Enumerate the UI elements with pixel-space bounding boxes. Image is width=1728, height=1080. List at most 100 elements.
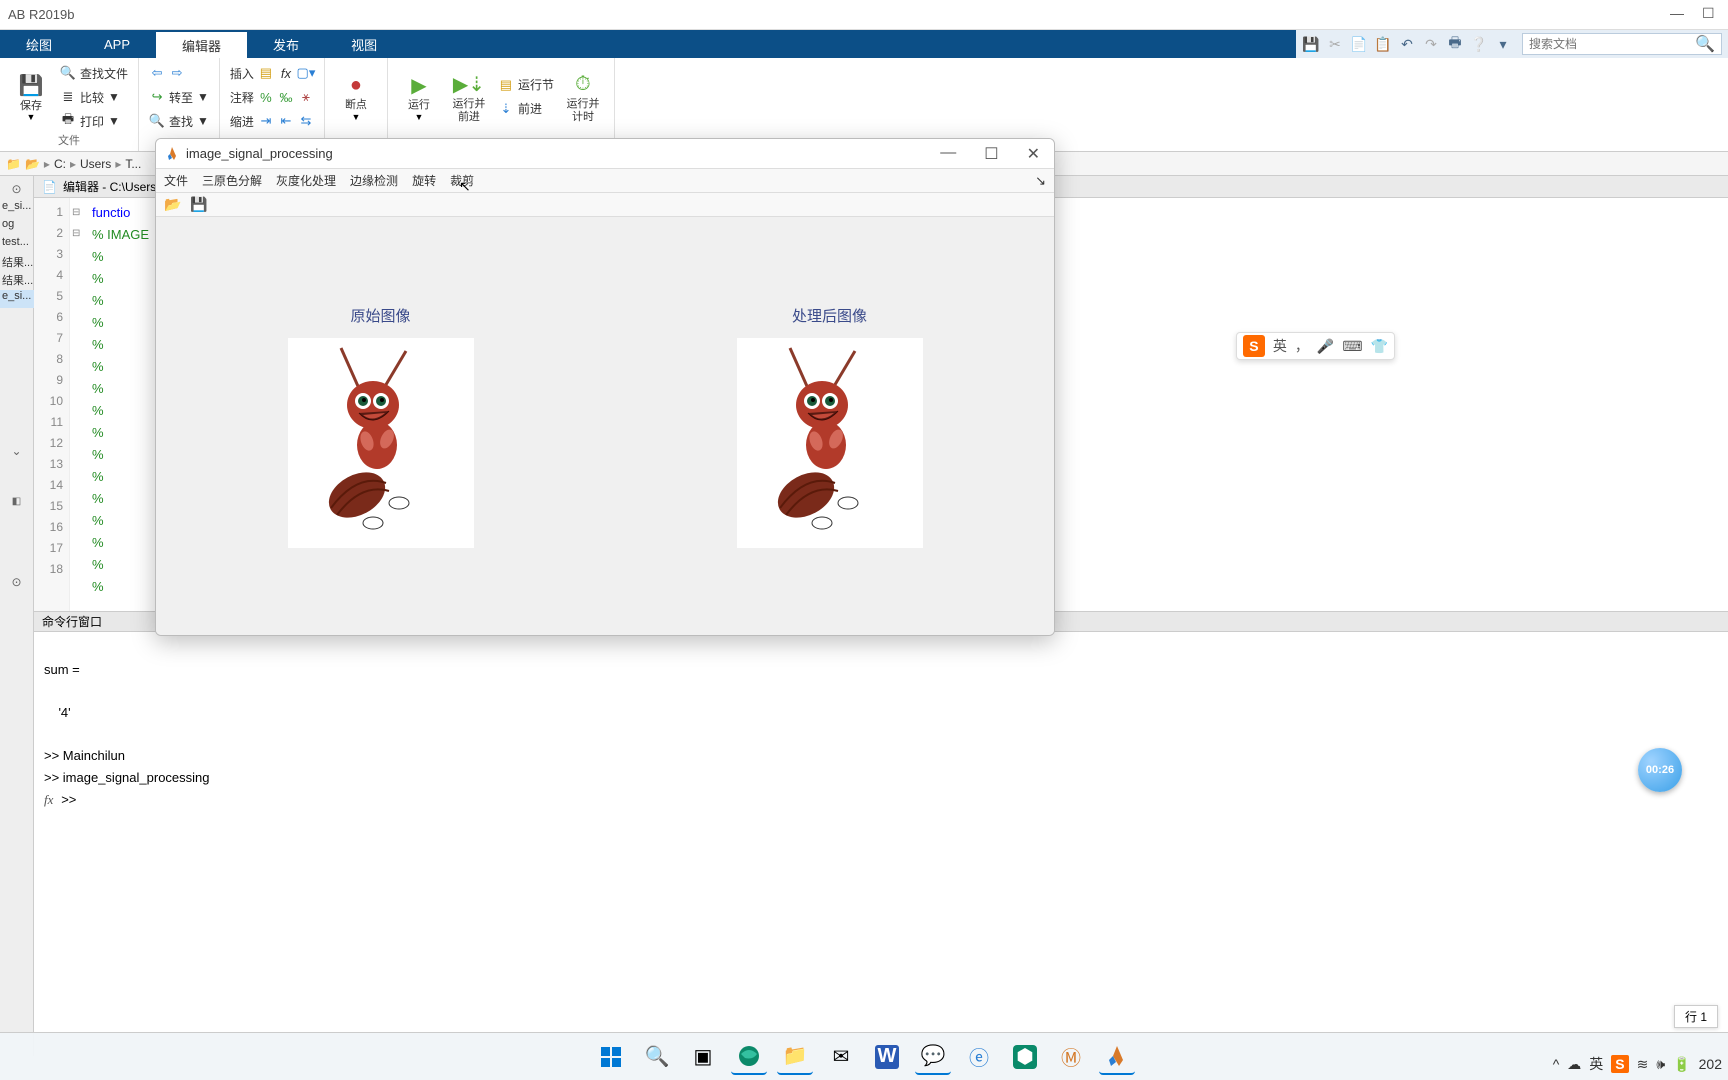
copy-icon[interactable]: 📄 [1350,35,1368,53]
tab-plot[interactable]: 绘图 [0,30,78,58]
goto-button[interactable]: ↪转至 ▼ [147,86,211,108]
matlab-button[interactable] [1099,1039,1135,1075]
tray-volume-icon[interactable]: 🕪 [1656,1056,1665,1073]
crumb-rest[interactable]: T... [125,157,141,171]
tray-battery-icon[interactable]: 🔋 [1673,1056,1690,1073]
comment-icon[interactable]: % [258,89,274,105]
ime-lang[interactable]: 英 [1273,336,1287,356]
tab-view[interactable]: 视图 [325,30,403,58]
smart-indent-icon[interactable]: ⇆ [298,113,314,129]
file-item[interactable]: e_si... [0,200,34,218]
print-button[interactable]: 🖶打印 ▼ [58,110,122,132]
save-button[interactable]: 💾 保存 ▼ [8,62,54,132]
figure-minimize-button[interactable]: — [934,144,962,164]
insert-var-icon[interactable]: ▢▾ [298,65,314,81]
explorer-button[interactable]: 📁 [777,1039,813,1075]
ime-toolbar[interactable]: S 英 ， 🎤 ⌨ 👕 [1236,332,1395,360]
paste-icon[interactable]: 📋 [1374,35,1392,53]
menu-crop[interactable]: 裁剪 [450,172,474,189]
dock-toggle-icon[interactable]: ⊙ [11,182,21,196]
save-icon[interactable]: 💾 [1302,35,1320,53]
tray-clock[interactable]: 202 [1699,1056,1722,1072]
tab-publish[interactable]: 发布 [247,30,325,58]
taskview-button[interactable]: ▣ [685,1039,721,1075]
outdent-icon[interactable]: ⇤ [278,113,294,129]
figure-maximize-button[interactable]: ☐ [978,144,1004,164]
insert-fx-icon[interactable]: fx [278,65,294,81]
folder-up-icon[interactable]: 📂 [25,157,40,171]
figure-titlebar[interactable]: image_signal_processing — ☐ ✕ [156,139,1054,169]
undo-icon[interactable]: ↶ [1398,35,1416,53]
dock-toggle2-icon[interactable]: ⊙ [11,575,21,589]
advance-button[interactable]: ⇣前进 [496,98,544,120]
mail-button[interactable]: ✉ [823,1039,859,1075]
find-files-button[interactable]: 🔍查找文件 [58,62,130,84]
search-button[interactable]: 🔍 [639,1039,675,1075]
figure-menubar: 文件 三原色分解 灰度化处理 边缘检测 旋转 裁剪 ↘ [156,169,1054,193]
menu-gray[interactable]: 灰度化处理 [276,172,336,189]
folder-icon[interactable]: 📁 [6,157,21,171]
run-section-button[interactable]: ▤运行节 [496,74,556,96]
tray-network-icon[interactable]: ≋ [1637,1056,1649,1073]
command-window[interactable]: sum = '4' >> Mainchilun >> image_signal_… [34,632,1728,1057]
sogou-logo-icon[interactable]: S [1243,335,1265,357]
file-item[interactable]: test... [0,236,34,254]
start-button[interactable] [593,1039,629,1075]
run-advance-button[interactable]: ▶⇣ 运行并 前进 [446,62,492,131]
redo-icon[interactable]: ↷ [1422,35,1440,53]
tab-editor[interactable]: 编辑器 [156,30,247,58]
ime-keyboard-icon[interactable]: ⌨ [1342,338,1362,355]
search-input[interactable] [1529,37,1695,51]
tab-app[interactable]: APP [78,30,156,58]
insert-section-icon[interactable]: ▤ [258,65,274,81]
menu-rgb[interactable]: 三原色分解 [202,172,262,189]
file-item[interactable]: 结果... [0,272,34,290]
cut-icon[interactable]: ✂ [1326,35,1344,53]
file-group-label: 文件 [8,132,130,149]
tray-lang[interactable]: 英 [1589,1054,1603,1074]
tray-cloud-icon[interactable]: ☁ [1567,1056,1581,1073]
minimize-button[interactable]: — [1670,5,1684,19]
run-button[interactable]: ▶ 运行 ▼ [396,62,442,131]
print-icon[interactable]: 🖶 [1446,35,1464,53]
ime-punct[interactable]: ， [1295,336,1309,356]
menu-edge[interactable]: 边缘检测 [350,172,398,189]
menu-overflow-icon[interactable]: ↘ [1035,173,1046,189]
ime-skin-icon[interactable]: 👕 [1371,338,1388,355]
open-icon[interactable]: 📂 [164,196,182,214]
edge-button[interactable] [731,1039,767,1075]
save-icon[interactable]: 💾 [190,196,208,214]
nav-back-button[interactable]: ⇦⇨ [147,62,187,84]
compare-button[interactable]: ≣比较 ▼ [58,86,122,108]
ime-mic-icon[interactable]: 🎤 [1317,338,1334,355]
workspace-collapse-icon[interactable]: ◧ [12,496,21,507]
uncomment-icon[interactable]: ‰ [278,89,294,105]
wrap-comment-icon[interactable]: ⚹ [298,89,314,105]
figure-close-button[interactable]: ✕ [1021,144,1046,164]
myapp-button[interactable]: ⬢ [1007,1039,1043,1075]
run-time-button[interactable]: ⏱ 运行并 计时 [560,62,606,131]
wechat-button[interactable]: 💬 [915,1039,951,1075]
file-item[interactable]: 结果... [0,254,34,272]
crumb-users[interactable]: Users [80,157,111,171]
search-box[interactable]: 🔍 [1522,33,1722,55]
search-icon[interactable]: 🔍 [1695,34,1715,54]
word-button[interactable]: W [869,1039,905,1075]
file-item[interactable]: e_si... [0,290,34,308]
help-icon[interactable]: ❔ [1470,35,1488,53]
menu-rotate[interactable]: 旋转 [412,172,436,189]
tray-expand-icon[interactable]: ^ [1553,1056,1560,1072]
breakpoints-button[interactable]: ● 断点 ▼ [333,62,379,131]
tray-sogou-icon[interactable]: S [1611,1055,1628,1073]
insert-row: 插入 ▤ fx ▢▾ [228,62,316,84]
maximize-button[interactable]: ☐ [1702,5,1716,19]
user-icon[interactable]: ▾ [1494,35,1512,53]
menu-file[interactable]: 文件 [164,172,188,189]
crumb-c[interactable]: C: [54,157,66,171]
find-button[interactable]: 🔍查找 ▼ [147,110,211,132]
app2-button[interactable]: Ⓜ [1053,1039,1089,1075]
file-item[interactable]: og [0,218,34,236]
dropdown-icon[interactable]: ⌄ [11,444,21,458]
ie-button[interactable]: ⓔ [961,1039,997,1075]
indent-icon[interactable]: ⇥ [258,113,274,129]
